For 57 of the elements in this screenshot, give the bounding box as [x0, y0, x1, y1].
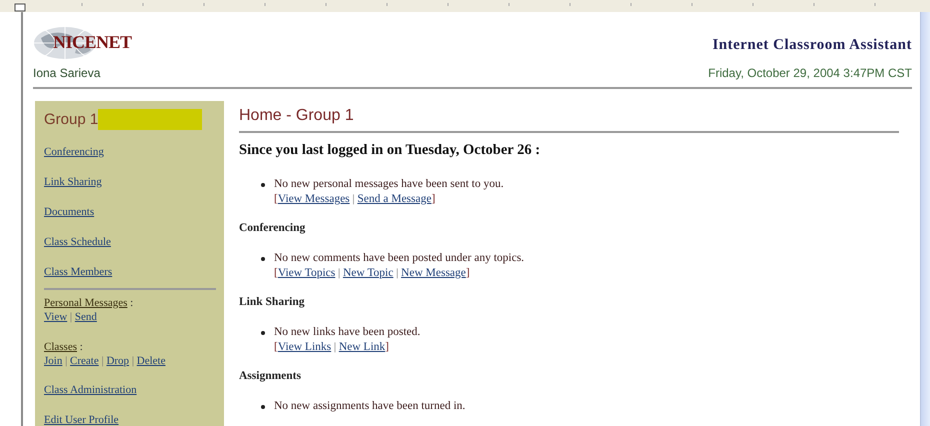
bullet-icon	[261, 405, 265, 409]
message-text: No new personal messages have been sent to you.	[274, 177, 504, 191]
page-title: Home - Group 1	[239, 101, 899, 133]
sidebar-link[interactable]: Conferencing	[44, 146, 104, 158]
sidebar-link[interactable]: Link Sharing	[44, 176, 102, 188]
link[interactable]: New Link	[338, 341, 386, 353]
link[interactable]: New Topic	[342, 267, 394, 279]
sidebar-link[interactable]: Class Administration	[44, 384, 137, 396]
bracket: ]	[466, 267, 470, 279]
message-text: No new assignments have been turned in.	[274, 399, 466, 413]
message-text: No new comments have been posted under any topics.	[274, 251, 524, 265]
link[interactable]: Delete	[136, 355, 166, 367]
link[interactable]: Create	[70, 355, 99, 367]
bracket: ]	[431, 193, 436, 205]
link-separator: |	[351, 193, 356, 205]
link[interactable]: View Messages	[278, 193, 350, 205]
bracket: [	[274, 341, 278, 353]
scrollbar[interactable]	[920, 12, 930, 426]
section-heading: Conferencing	[239, 222, 306, 234]
link-separator: |	[130, 355, 136, 367]
link-separator: |	[68, 311, 74, 323]
bracket: [	[274, 267, 278, 279]
sidebar-link[interactable]: Class Schedule	[44, 236, 111, 248]
bullet-icon	[261, 183, 265, 187]
link-separator: |	[332, 341, 338, 353]
sidebar-link[interactable]: Edit User Profile	[44, 414, 119, 426]
link-separator: |	[336, 267, 342, 279]
bullet-icon	[261, 331, 265, 335]
link-separator: |	[100, 355, 105, 367]
since-heading: Since you last logged in on Tuesday, October 26 :	[239, 142, 542, 159]
sidebar-link[interactable]: Personal Messages	[44, 297, 128, 309]
section-heading: Assignments	[239, 370, 302, 382]
link-separator: |	[395, 267, 400, 279]
sidebar-link[interactable]: Class Members	[44, 266, 112, 278]
group-title: Group 1	[44, 111, 98, 128]
date-time: Friday, October 29, 2004 3:47PM CST	[708, 66, 912, 80]
bracket: ]	[385, 341, 389, 353]
sidebar-link[interactable]: Documents	[44, 206, 94, 218]
logo-text: NICENET	[53, 32, 132, 53]
link[interactable]: Send	[74, 311, 97, 323]
link[interactable]: Drop	[106, 355, 130, 367]
link[interactable]: Send a Message	[357, 193, 432, 205]
message-text: No new links have been posted.	[274, 325, 420, 339]
user-name: Iona Sarieva	[33, 66, 100, 80]
link[interactable]: View	[44, 311, 68, 323]
site-title: Internet Classroom Assistant	[712, 36, 912, 54]
colon: :	[129, 297, 134, 309]
sidebar-link[interactable]: Classes	[44, 341, 77, 353]
bullet-icon	[261, 257, 265, 261]
colon: :	[78, 341, 83, 353]
bracket: [	[274, 193, 278, 205]
link[interactable]: Join	[44, 355, 62, 367]
link[interactable]: New Message	[401, 267, 466, 279]
link-separator: |	[64, 355, 68, 367]
link[interactable]: View Links	[278, 341, 332, 353]
section-heading: Link Sharing	[239, 296, 306, 308]
link[interactable]: View Topics	[278, 267, 336, 279]
